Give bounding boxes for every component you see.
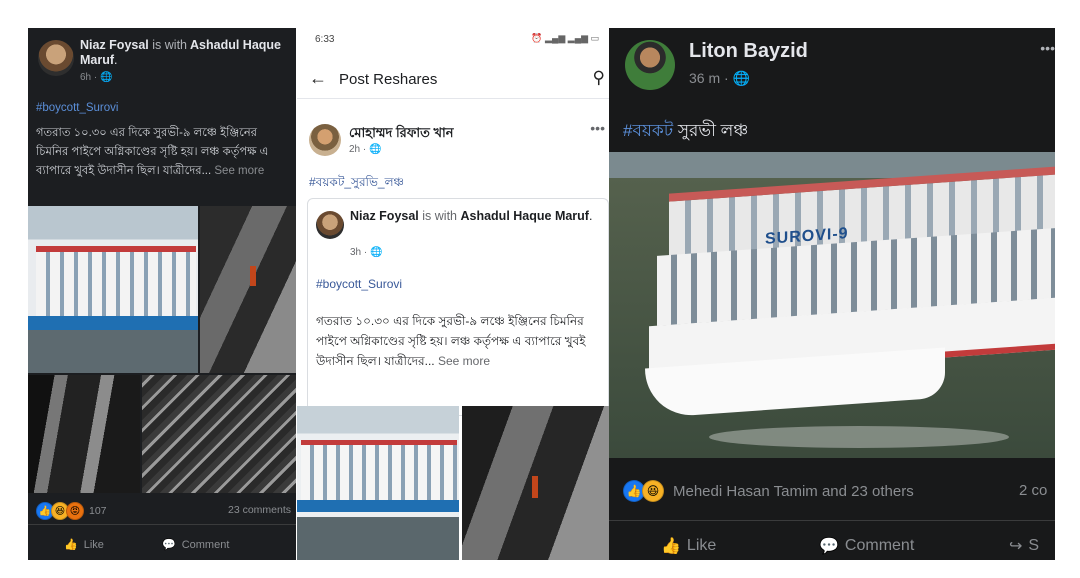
haha-reaction-icon: 😆 bbox=[642, 480, 664, 502]
post-text: #বয়কট সুরভী লঞ্চ bbox=[623, 121, 749, 140]
post-panel-left: Niaz Foysal is with Ashadul Haque Maruf.… bbox=[28, 28, 296, 560]
post-panel-right: Liton Bayzid 36 m · 🌐 ••• #বয়কট সুরভী ল… bbox=[609, 28, 1055, 560]
comments-count[interactable]: 2 co bbox=[1019, 482, 1047, 499]
see-more-link[interactable]: See more bbox=[214, 165, 264, 177]
globe-icon: 🌐 bbox=[100, 72, 113, 83]
angry-reaction-icon: 😡 bbox=[66, 502, 84, 520]
reshares-panel: 6:33 ⏰ ▂▄▆ ▂▄▆ ▭ ← Post Reshares ⚲ মোহাম… bbox=[297, 28, 609, 560]
like-button[interactable]: 👍 Like bbox=[661, 536, 716, 556]
pipe-photo[interactable] bbox=[28, 375, 140, 493]
shared-author-name[interactable]: Niaz Foysal bbox=[350, 209, 419, 223]
author-name[interactable]: Liton Bayzid bbox=[689, 40, 808, 63]
shared-time: 3h · 🌐 bbox=[350, 247, 383, 258]
shared-post-card[interactable]: Niaz Foysal is with Ashadul Haque Maruf.… bbox=[307, 198, 609, 416]
hashtag-link[interactable]: #বয়কট bbox=[623, 121, 673, 140]
more-options-icon[interactable]: ••• bbox=[590, 120, 605, 136]
ship-photo[interactable] bbox=[297, 406, 459, 560]
shared-post-header: Niaz Foysal is with Ashadul Haque Maruf. bbox=[350, 209, 593, 223]
resharer-avatar[interactable] bbox=[309, 124, 341, 156]
like-button[interactable]: 👍 Like bbox=[64, 538, 104, 552]
signal-icons: ⏰ ▂▄▆ ▂▄▆ ▭ bbox=[531, 33, 599, 43]
hashtag-link[interactable]: #boycott_Surovi bbox=[36, 102, 118, 114]
with-text: is with bbox=[422, 209, 457, 223]
comment-button[interactable]: 💬 Comment bbox=[162, 538, 229, 552]
comment-bubble-icon: 💬 bbox=[819, 538, 839, 555]
header-bar: ← Post Reshares ⚲ bbox=[297, 60, 609, 99]
thumbs-up-icon: 👍 bbox=[64, 539, 78, 551]
more-options-icon[interactable]: ••• bbox=[1040, 40, 1055, 56]
post-time: 36 m · 🌐 bbox=[689, 70, 751, 86]
thumbs-up-icon: 👍 bbox=[661, 538, 681, 555]
globe-icon: 🌐 bbox=[370, 247, 383, 258]
post-header: Niaz Foysal is with Ashadul Haque Maruf. bbox=[80, 38, 282, 67]
ship-photo[interactable] bbox=[28, 206, 198, 373]
grille-photo[interactable] bbox=[142, 375, 296, 493]
shared-author-avatar[interactable] bbox=[316, 211, 344, 239]
author-avatar[interactable] bbox=[625, 40, 675, 90]
reaction-count: 107 bbox=[89, 505, 107, 517]
shared-hashtag[interactable]: #boycott_Surovi bbox=[316, 277, 402, 291]
shared-body: গতরাত ১০.৩০ এর দিকে সুরভী-৯ লঞ্চে ইঞ্জিন… bbox=[316, 314, 586, 368]
comments-count[interactable]: 23 comments bbox=[228, 504, 291, 516]
status-time: 6:33 bbox=[315, 34, 335, 45]
author-avatar[interactable] bbox=[38, 40, 74, 76]
resharer-time: 2h · 🌐 bbox=[349, 144, 382, 155]
share-arrow-icon: ↪ bbox=[1009, 538, 1023, 555]
globe-icon: 🌐 bbox=[732, 70, 751, 86]
shared-tagged-name[interactable]: Ashadul Haque Maruf bbox=[460, 209, 589, 223]
search-icon[interactable]: ⚲ bbox=[593, 68, 605, 88]
chimney-photo[interactable] bbox=[200, 206, 296, 373]
reshare-hashtag[interactable]: #বয়কট_সুরভি_লঞ্চ bbox=[309, 174, 404, 194]
with-text: is with bbox=[152, 38, 187, 52]
status-bar: 6:33 ⏰ ▂▄▆ ▂▄▆ ▭ bbox=[297, 28, 609, 54]
author-name[interactable]: Niaz Foysal bbox=[80, 38, 149, 52]
comment-button[interactable]: 💬 Comment bbox=[819, 536, 914, 556]
share-button[interactable]: ↪ S bbox=[1009, 536, 1039, 556]
post-body: গতরাত ১০.৩০ এর দিকে সুরভী-৯ লঞ্চে ইঞ্জিন… bbox=[36, 127, 269, 177]
back-arrow-icon[interactable]: ← bbox=[309, 68, 327, 89]
comment-bubble-icon: 💬 bbox=[162, 539, 176, 551]
header-title: Post Reshares bbox=[339, 71, 438, 88]
reaction-summary[interactable]: 👍 😆 Mehedi Hasan Tamim and 23 others bbox=[623, 480, 914, 502]
reactors-text: Mehedi Hasan Tamim and 23 others bbox=[673, 482, 914, 500]
globe-icon: 🌐 bbox=[369, 144, 382, 155]
ship-photo[interactable]: SUROVI-9 bbox=[609, 152, 1055, 458]
resharer-name[interactable]: মোহাম্মদ রিফাত খান bbox=[349, 124, 454, 145]
post-time: 6h · 🌐 bbox=[80, 72, 113, 83]
see-more-link[interactable]: See more bbox=[438, 354, 490, 368]
chimney-photo[interactable] bbox=[462, 406, 609, 560]
reaction-summary[interactable]: 👍 😆 😡 107 bbox=[36, 502, 107, 520]
